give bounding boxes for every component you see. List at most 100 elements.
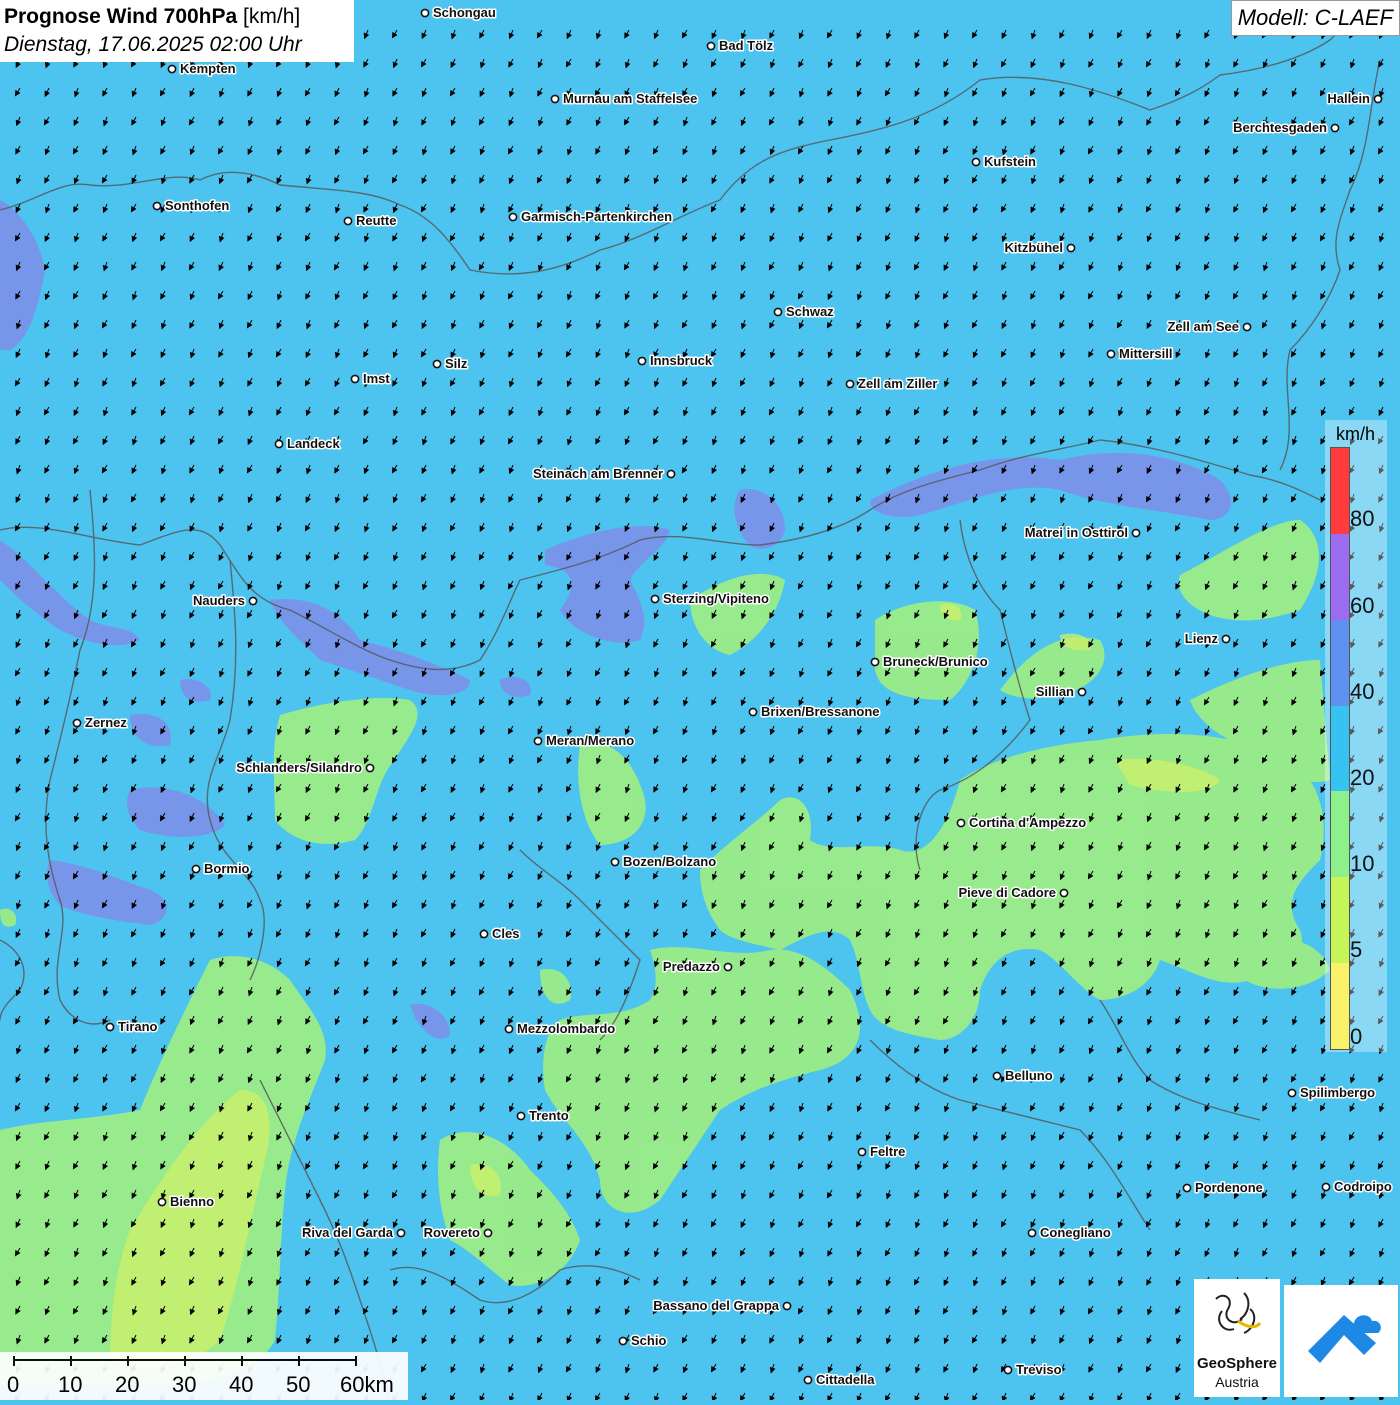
city-marker [479,929,489,939]
city-label: Zernez [85,715,127,730]
city-marker [167,64,177,74]
city-label: Hallein [1327,91,1370,106]
city-marker [1182,1183,1192,1193]
city-label: Murnau am Staffelsee [563,91,697,106]
wind-map: Schongau Kempten Bad Tölz Murnau am Staffel… [0,0,1400,1400]
city-label: Pieve di Cadore [958,885,1056,900]
city-label: Matrei in Osttirol [1025,525,1128,540]
scale-label-30: 30 [172,1372,197,1397]
city-label: Innsbruck [650,353,713,368]
city-marker [1321,1182,1331,1192]
city-label: Predazzo [663,959,720,974]
legend-segment [1331,791,1349,878]
city-label: Zell am See [1167,319,1239,334]
city-marker [870,657,880,667]
city-marker [1221,634,1231,644]
scale-label-20: 20 [115,1372,140,1397]
city-marker [533,736,543,746]
city-label: Lienz [1185,631,1219,646]
city-label: Nauders [193,593,245,608]
city-marker [723,962,733,972]
city-label: Bormio [204,861,250,876]
city-label: Brixen/Bressanone [761,704,880,719]
city-marker [1059,888,1069,898]
city-marker [992,1071,1002,1081]
city-marker [274,439,284,449]
city-label: Spilimbergo [1300,1085,1375,1100]
city-label: Imst [363,371,390,386]
legend-segment [1331,963,1349,1049]
city-marker [1106,349,1116,359]
city-label: Bassano del Grappa [653,1298,779,1313]
city-label: Pordenone [1195,1180,1263,1195]
legend-tick-20: 20 [1350,765,1375,790]
city-label: Bozen/Bolzano [623,854,716,869]
city-marker [191,864,201,874]
city-marker [1242,322,1252,332]
city-marker [650,594,660,604]
city-marker [516,1111,526,1121]
mountain-cloud-icon [1308,1315,1381,1363]
weather-app-logo[interactable] [1284,1285,1398,1397]
city-marker [618,1336,628,1346]
city-marker [610,857,620,867]
city-marker [1027,1228,1037,1238]
legend-unit: km/h [1336,424,1376,444]
city-marker [773,307,783,317]
city-marker [508,212,518,222]
city-label: Codroipo [1334,1179,1392,1194]
city-label: Bad Tölz [719,38,774,53]
city-marker [152,201,162,211]
geosphere-emblem-icon [1215,1292,1262,1334]
city-marker [971,157,981,167]
city-label: Silz [445,356,468,371]
legend-tick-60: 60 [1350,593,1375,618]
city-marker [956,818,966,828]
city-marker [637,356,647,366]
city-marker [803,1375,813,1385]
model-label: Modell: C-LAEF [1230,0,1400,36]
legend-segment [1331,877,1349,964]
city-label: Schlanders/Silandro [236,760,362,775]
scale-label-50: 50 [286,1372,311,1397]
map-title: Prognose Wind 700hPa [km/h] [4,3,350,31]
city-label: Garmisch-Partenkirchen [521,209,672,224]
scale-label-10: 10 [58,1372,83,1397]
legend-segment [1331,619,1349,706]
city-marker [157,1197,167,1207]
geosphere-subtitle: Austria [1215,1374,1259,1390]
legend-segment [1331,533,1349,620]
city-label: Sterzing/Vipiteno [663,591,769,606]
legend-color-bar [1330,447,1350,1050]
title-box: Prognose Wind 700hPa [km/h] Dienstag, 17… [0,0,354,62]
city-marker [350,374,360,384]
city-label: Schio [631,1333,666,1348]
city-label: Cittadella [816,1372,875,1387]
scale-label-40: 40 [229,1372,254,1397]
city-marker [1003,1365,1013,1375]
city-marker [706,41,716,51]
city-marker [857,1147,867,1157]
city-label: Trento [529,1108,569,1123]
legend-tick-10: 10 [1350,851,1375,876]
city-marker [432,359,442,369]
city-label: Tirano [118,1019,158,1034]
city-label: Feltre [870,1144,905,1159]
city-marker [1131,528,1141,538]
city-label: Conegliano [1040,1225,1111,1240]
city-marker [1066,243,1076,253]
city-label: Mezzolombardo [517,1021,615,1036]
city-label: Reutte [356,213,396,228]
city-marker [845,379,855,389]
city-label: Treviso [1016,1362,1062,1377]
legend-segment [1331,705,1349,792]
city-label: Kufstein [984,154,1036,169]
city-marker [72,718,82,728]
city-marker [1077,687,1087,697]
city-marker [396,1228,406,1238]
city-label: Schwaz [786,304,834,319]
city-label: Schongau [433,5,496,20]
city-label: Mittersill [1119,346,1172,361]
city-marker [504,1024,514,1034]
city-label: Belluno [1005,1068,1053,1083]
